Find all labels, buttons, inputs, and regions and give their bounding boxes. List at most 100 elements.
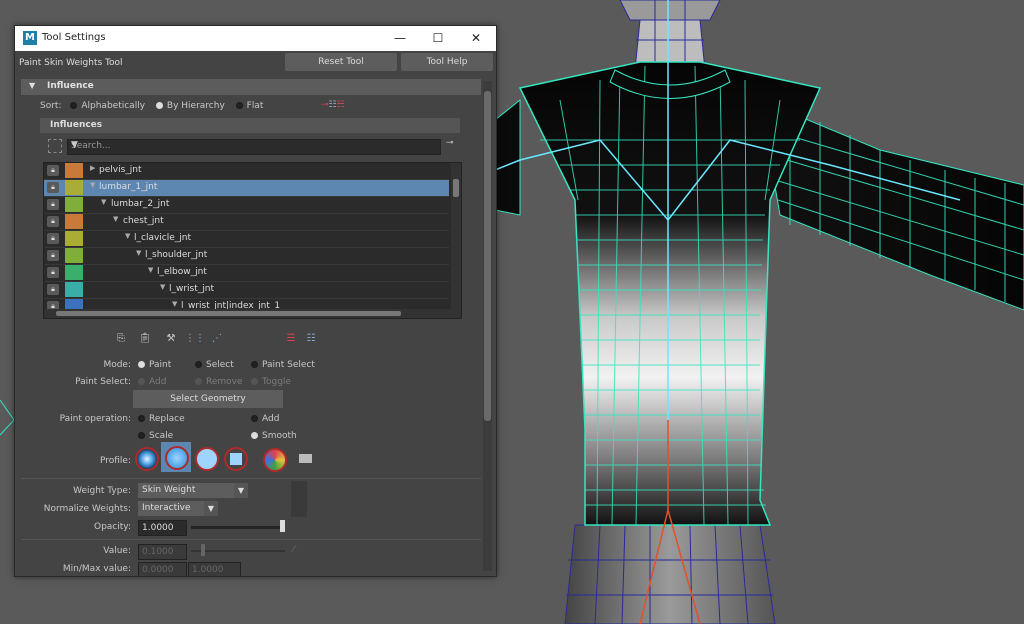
value-slider — [191, 550, 285, 552]
mode-paint-select[interactable]: Paint Select — [251, 357, 315, 373]
flat-list-icon: ☵ — [336, 100, 345, 110]
joint-color-swatch — [65, 265, 83, 280]
normalize-weights-dropdown[interactable]: Interactive ▼ — [138, 501, 218, 516]
settings-scroll-area: ▼ Influence Sort: Alphabetically By Hier… — [15, 76, 483, 576]
texture-brush-icon[interactable] — [263, 448, 287, 472]
maximize-button[interactable]: ☐ — [419, 26, 457, 51]
window-title: Tool Settings — [42, 32, 106, 43]
joint-color-swatch — [65, 248, 83, 263]
list-item[interactable]: 🔒︎ ▼ l_elbow_jnt — [44, 265, 449, 282]
paint-operation-label: Paint operation: — [59, 414, 131, 424]
weight-type-dropdown[interactable]: Skin Weight ▼ — [138, 483, 248, 498]
window-vertical-scrollbar[interactable] — [483, 81, 492, 571]
opacity-slider-handle[interactable] — [280, 520, 285, 532]
joint-color-swatch — [65, 231, 83, 246]
max-value-field: 1.0000 — [188, 562, 241, 576]
list-item[interactable]: 🔒︎ ▼ lumbar_2_jnt — [44, 197, 449, 214]
lock-icon: 🔒︎ — [47, 216, 59, 227]
op-smooth[interactable]: Smooth — [251, 428, 297, 444]
mode-paint[interactable]: Paint — [138, 357, 171, 373]
joint-color-swatch — [65, 214, 83, 229]
lock-icon: 🔒︎ — [47, 267, 59, 278]
list-item[interactable]: 🔒︎ ▼ l_wrist_jnt — [44, 282, 449, 299]
opacity-slider[interactable] — [191, 526, 285, 529]
list-item[interactable]: 🔒︎ ▼ l_clavicle_jnt — [44, 231, 449, 248]
side-panel — [291, 481, 307, 517]
show-influences-icon[interactable]: ⋰ — [209, 332, 225, 346]
op-add[interactable]: Add — [251, 411, 279, 427]
paint-select-toggle: Toggle — [251, 374, 291, 390]
tool-settings-window: M Tool Settings — ☐ ✕ Paint Skin Weights… — [14, 25, 497, 577]
list-item-selected[interactable]: 🔒︎ ▼ lumbar_1_jnt — [44, 180, 449, 197]
minmax-label: Min/Max value: — [62, 564, 131, 574]
joint-color-swatch — [65, 180, 83, 195]
mode-label: Mode: — [103, 360, 131, 370]
lock-icon: 🔒︎ — [47, 250, 59, 261]
scrollbar-thumb[interactable] — [484, 91, 491, 421]
opacity-field[interactable]: 1.0000 — [138, 520, 187, 536]
tool-help-button[interactable]: Tool Help — [401, 53, 493, 71]
sort-row: Sort: Alphabetically By Hierarchy Flat — [40, 98, 263, 114]
title-bar[interactable]: M Tool Settings — ☐ ✕ — [15, 26, 496, 51]
pin-icon[interactable]: ⊸ — [446, 138, 454, 148]
tool-name: Paint Skin Weights Tool — [19, 58, 123, 68]
joint-color-swatch — [65, 282, 83, 297]
op-replace[interactable]: Replace — [138, 411, 185, 427]
influence-section-header[interactable]: ▼ Influence — [21, 79, 481, 95]
sort-alphabetically[interactable]: Alphabetically — [70, 101, 145, 111]
chevron-down-icon: ▼ — [204, 501, 218, 516]
profile-label: Profile: — [99, 456, 131, 466]
chevron-down-icon: ▼ — [234, 483, 248, 498]
reset-tool-button[interactable]: Reset Tool — [285, 53, 397, 71]
list-item[interactable]: 🔒︎ ▶ pelvis_jnt — [44, 163, 449, 180]
mode-select[interactable]: Select — [195, 357, 234, 373]
sort-flat[interactable]: Flat — [235, 101, 263, 111]
normalize-weights-label: Normalize Weights: — [43, 504, 131, 514]
joint-color-swatch — [65, 163, 83, 178]
lock-icon: 🔒︎ — [47, 199, 59, 210]
min-value-field: 0.0000 — [138, 562, 187, 576]
list-options-icon[interactable]: ☷ — [303, 332, 319, 346]
weight-type-label: Weight Type: — [73, 486, 131, 496]
weight-hammer-icon[interactable]: ⚒ — [163, 332, 179, 346]
influence-list[interactable]: 🔒︎ ▶ pelvis_jnt 🔒︎ ▼ lumbar_1_jnt 🔒︎ ▼ lumb… — [43, 162, 462, 319]
search-dropdown-icon: ▼ — [71, 140, 78, 150]
folder-icon[interactable] — [299, 454, 312, 463]
sort-order-icon: ⊸ — [321, 100, 329, 110]
lock-icon: 🔒︎ — [47, 165, 59, 176]
lock-icon: 🔒︎ — [47, 233, 59, 244]
gaussian-brush-icon[interactable] — [135, 447, 159, 471]
paint-select-add: Add — [138, 374, 166, 390]
close-button[interactable]: ✕ — [457, 26, 495, 51]
list-item[interactable]: 🔒︎ ▼ chest_jnt — [44, 214, 449, 231]
list-horizontal-scrollbar[interactable] — [44, 309, 451, 318]
square-brush-icon[interactable] — [224, 447, 248, 471]
lock-icon: 🔒︎ — [47, 182, 59, 193]
solid-brush-icon[interactable] — [195, 447, 219, 471]
value-label: Value: — [103, 546, 131, 556]
mirror-icon[interactable]: ☰ — [283, 332, 299, 346]
divider — [21, 539, 481, 540]
select-geometry-button[interactable]: Select Geometry — [133, 390, 283, 408]
sort-by-hierarchy[interactable]: By Hierarchy — [155, 101, 225, 111]
maya-logo-icon: M — [23, 31, 37, 45]
joint-color-swatch — [65, 197, 83, 212]
hierarchy-list-icon: ☷ — [328, 100, 337, 110]
sort-tools-icons[interactable]: ⊸☷☵ — [321, 100, 361, 112]
paint-select-label: Paint Select: — [75, 377, 131, 387]
minimize-button[interactable]: — — [381, 26, 419, 51]
influences-subheader[interactable]: Influences — [40, 118, 460, 133]
sort-label: Sort: — [40, 101, 62, 111]
paint-select-remove: Remove — [195, 374, 243, 390]
list-vertical-scrollbar[interactable] — [451, 163, 461, 318]
copy-weights-icon[interactable]: ⎘ — [113, 332, 129, 346]
paste-weights-icon[interactable]: 📋︎ — [137, 332, 153, 346]
value-slider-handle — [201, 544, 205, 556]
select-marker-icon[interactable] — [48, 139, 62, 153]
value-field: 0.1000 — [138, 544, 187, 560]
influence-search-input[interactable]: Search... ▼ — [67, 139, 441, 155]
move-weights-icon[interactable]: ⋮⋮ — [185, 332, 205, 346]
list-item[interactable]: 🔒︎ ▼ l_shoulder_jnt — [44, 248, 449, 265]
soft-brush-icon[interactable] — [165, 446, 189, 470]
eyedropper-icon: ⁄ — [293, 544, 295, 555]
